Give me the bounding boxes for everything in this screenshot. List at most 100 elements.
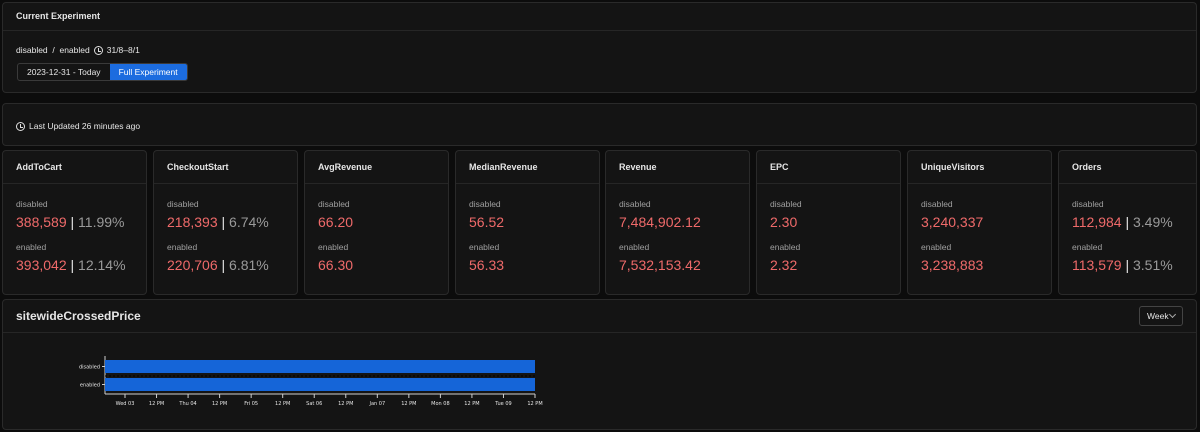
- metric-card-orders: Orders disabled 112,984 | 3.49% enabled 113,…: [1058, 150, 1197, 295]
- x-tick-label: 12 PM: [212, 401, 227, 407]
- metric-number: 113,579: [1072, 257, 1122, 273]
- metric-title: UniqueVisitors: [908, 151, 1051, 184]
- metric-title: AvgRevenue: [305, 151, 448, 184]
- metric-number: 2.32: [770, 257, 798, 273]
- variants-text: disabled / enabled: [16, 45, 90, 55]
- experiment-summary: disabled / enabled 31/8–8/1: [16, 45, 140, 55]
- metric-percent: 3.51%: [1133, 257, 1173, 273]
- enabled-value: 220,706 | 6.81%: [167, 257, 269, 273]
- x-tick-label: Wed 03: [116, 401, 135, 407]
- disabled-value: 2.30: [770, 214, 797, 230]
- metric-number: 66.30: [318, 257, 354, 273]
- enabled-value: 66.30: [318, 257, 353, 273]
- metric-number: 7,484,902.12: [619, 214, 701, 230]
- separator: |: [66, 257, 79, 273]
- clock-icon: [93, 45, 103, 55]
- disabled-label: disabled: [16, 199, 48, 209]
- metric-number: 7,532,153.42: [619, 257, 701, 273]
- disabled-label: disabled: [619, 199, 651, 209]
- panel-title: Current Experiment: [3, 3, 1196, 31]
- enabled-value: 7,532,153.42: [619, 257, 701, 273]
- enabled-value: 393,042 | 12.14%: [16, 257, 126, 273]
- metric-card-revenue: Revenue disabled 7,484,902.12 enabled 7,532,…: [605, 150, 750, 295]
- disabled-value: 112,984 | 3.49%: [1072, 214, 1173, 230]
- metric-card-epc: EPC disabled 2.30 enabled 2.32: [756, 150, 901, 295]
- metric-number: 388,589: [16, 214, 67, 230]
- disabled-value: 388,589 | 11.99%: [16, 214, 124, 230]
- enabled-label: enabled: [1072, 242, 1103, 252]
- metric-number: 3,238,883: [921, 257, 984, 273]
- metric-title: CheckoutStart: [154, 151, 297, 184]
- metric-number: 218,393: [167, 214, 218, 230]
- enabled-value: 56.33: [469, 257, 504, 273]
- last-updated-text: Last Updated 26 minutes ago: [29, 121, 141, 131]
- disabled-label: disabled: [318, 199, 350, 209]
- metric-title: AddToCart: [3, 151, 146, 184]
- metric-card-uniquevisitors: UniqueVisitors disabled 3,240,337 enabled 3,…: [907, 150, 1052, 295]
- separator: |: [217, 257, 230, 273]
- metric-title: MedianRevenue: [456, 151, 599, 184]
- x-tick-label: 12 PM: [149, 401, 164, 407]
- metric-percent: 6.81%: [229, 257, 269, 273]
- bar-enabled: [105, 378, 535, 391]
- enabled-label: enabled: [770, 242, 801, 252]
- metric-card-medianrevenue: MedianRevenue disabled 56.52 enabled 56.33: [455, 150, 600, 295]
- bar-disabled: [105, 360, 535, 373]
- separator: |: [217, 214, 230, 230]
- metric-percent: 3.49%: [1133, 214, 1173, 230]
- metric-percent: 12.14%: [78, 257, 126, 273]
- x-tick-label: 12 PM: [275, 401, 290, 407]
- x-tick-label: Sat 06: [306, 401, 322, 407]
- chevron-down-icon: [1168, 310, 1177, 319]
- enabled-label: enabled: [921, 242, 952, 252]
- metric-number: 2.30: [770, 214, 798, 230]
- y-tick-label: enabled: [80, 383, 100, 389]
- range-button-full-experiment[interactable]: Full Experiment: [109, 64, 187, 80]
- metric-number: 3,240,337: [921, 214, 984, 230]
- separator: |: [66, 214, 79, 230]
- y-tick-label: disabled: [79, 365, 100, 371]
- granularity-select[interactable]: Week: [1139, 306, 1183, 326]
- disabled-value: 66.20: [318, 214, 353, 230]
- separator: |: [1121, 214, 1133, 230]
- metric-card-avgrevenue: AvgRevenue disabled 66.20 enabled 66.30: [304, 150, 449, 295]
- last-updated-panel: Last Updated 26 minutes ago: [2, 103, 1197, 146]
- metric-title: Revenue: [606, 151, 749, 184]
- x-tick-label: 12 PM: [401, 401, 416, 407]
- metric-percent: 11.99%: [78, 214, 125, 230]
- x-tick-label: 12 PM: [464, 401, 479, 407]
- disabled-label: disabled: [1072, 199, 1104, 209]
- enabled-value: 3,238,883: [921, 257, 983, 273]
- range-toggle: 2023-12-31 - Today Full Experiment: [17, 63, 188, 81]
- x-tick-label: Jan 07: [368, 401, 385, 407]
- x-tick-label: Mon 08: [431, 401, 450, 407]
- enabled-label: enabled: [469, 242, 500, 252]
- enabled-label: enabled: [619, 242, 650, 252]
- metric-title: Orders: [1059, 151, 1196, 184]
- disabled-value: 56.52: [469, 214, 504, 230]
- enabled-label: enabled: [318, 242, 349, 252]
- x-tick-label: Tue 09: [494, 401, 512, 407]
- metric-percent: 6.74%: [229, 214, 269, 230]
- metric-number: 66.20: [318, 214, 354, 230]
- disabled-label: disabled: [469, 199, 501, 209]
- x-tick-label: 12 PM: [527, 401, 542, 407]
- clock-icon: [16, 121, 25, 131]
- x-tick-label: Fri 05: [244, 401, 258, 407]
- enabled-label: enabled: [16, 242, 47, 252]
- enabled-value: 113,579 | 3.51%: [1072, 257, 1173, 273]
- metric-card-addtocart: AddToCart disabled 388,589 | 11.99% enabled…: [2, 150, 147, 295]
- range-button-today[interactable]: 2023-12-31 - Today: [18, 64, 110, 80]
- enabled-label: enabled: [167, 242, 198, 252]
- metric-number: 220,706: [167, 257, 218, 273]
- metric-number: 56.33: [469, 257, 505, 273]
- metric-number: 112,984: [1072, 214, 1122, 230]
- chart-plot: disabled enabled Wed 03 12 PM Thu 04 12 PM Fri…: [79, 356, 543, 407]
- disabled-label: disabled: [167, 199, 199, 209]
- disabled-label: disabled: [770, 199, 802, 209]
- disabled-value: 218,393 | 6.74%: [167, 214, 269, 230]
- disabled-label: disabled: [921, 199, 953, 209]
- disabled-value: 7,484,902.12: [619, 214, 701, 230]
- x-tick-label: Thu 04: [178, 401, 196, 407]
- granularity-value: Week: [1147, 311, 1169, 321]
